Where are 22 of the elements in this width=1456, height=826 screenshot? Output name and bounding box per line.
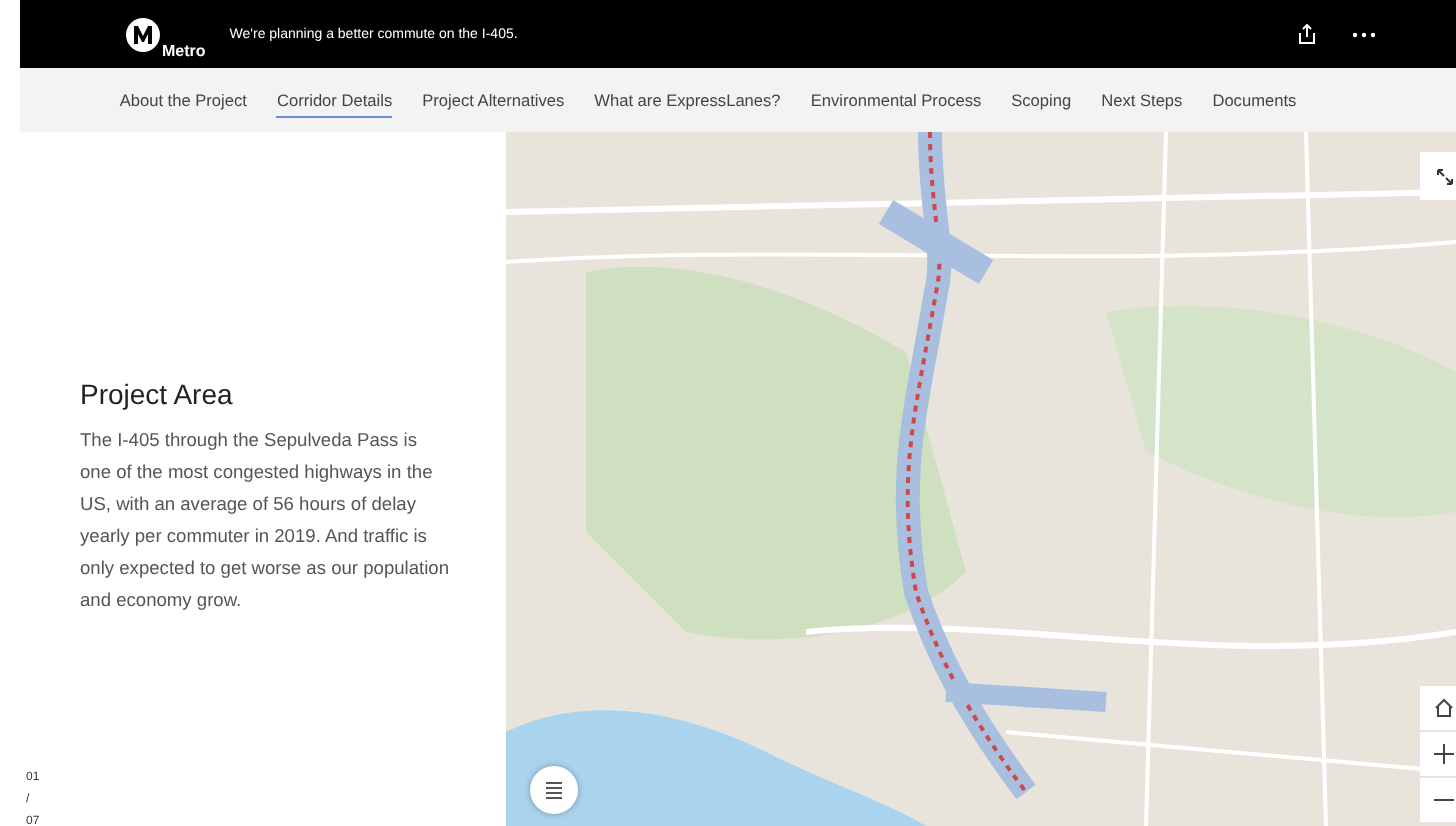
expand-button[interactable] <box>1420 152 1456 200</box>
nav-tab[interactable]: Next Steps <box>1101 83 1183 117</box>
logo-text[interactable]: Metro <box>162 41 206 59</box>
plus-icon <box>1434 744 1454 764</box>
logo-icon <box>126 17 160 51</box>
share-icon[interactable] <box>1298 24 1316 44</box>
expand-icon <box>1435 167 1453 185</box>
more-icon[interactable] <box>1352 31 1376 37</box>
nav-tab[interactable]: Corridor Details <box>276 83 393 117</box>
nav-tab[interactable]: About the Project <box>119 83 247 117</box>
list-icon <box>544 780 564 800</box>
home-button[interactable] <box>1420 686 1456 730</box>
zoom-in-button[interactable] <box>1420 732 1456 776</box>
nav-tab[interactable]: What are ExpressLanes? <box>594 83 781 117</box>
nav-tab[interactable]: Project Alternatives <box>422 83 565 117</box>
nav-tab[interactable]: Documents <box>1212 83 1297 117</box>
section-text: The I-405 through the Sepulveda Pass is one of the most congested highways in the US, with an average of 56 hours of delay yearly per commuter in 2019. And traffic is only expected to get worse as our population and economy grow. <box>80 428 450 614</box>
nav-tab[interactable]: Environmental Process <box>810 83 982 117</box>
section-title: Project Area <box>80 378 235 410</box>
nav-tab[interactable]: Scoping <box>1011 83 1072 117</box>
home-icon <box>1434 698 1454 718</box>
zoom-out-button[interactable] <box>1420 778 1456 822</box>
